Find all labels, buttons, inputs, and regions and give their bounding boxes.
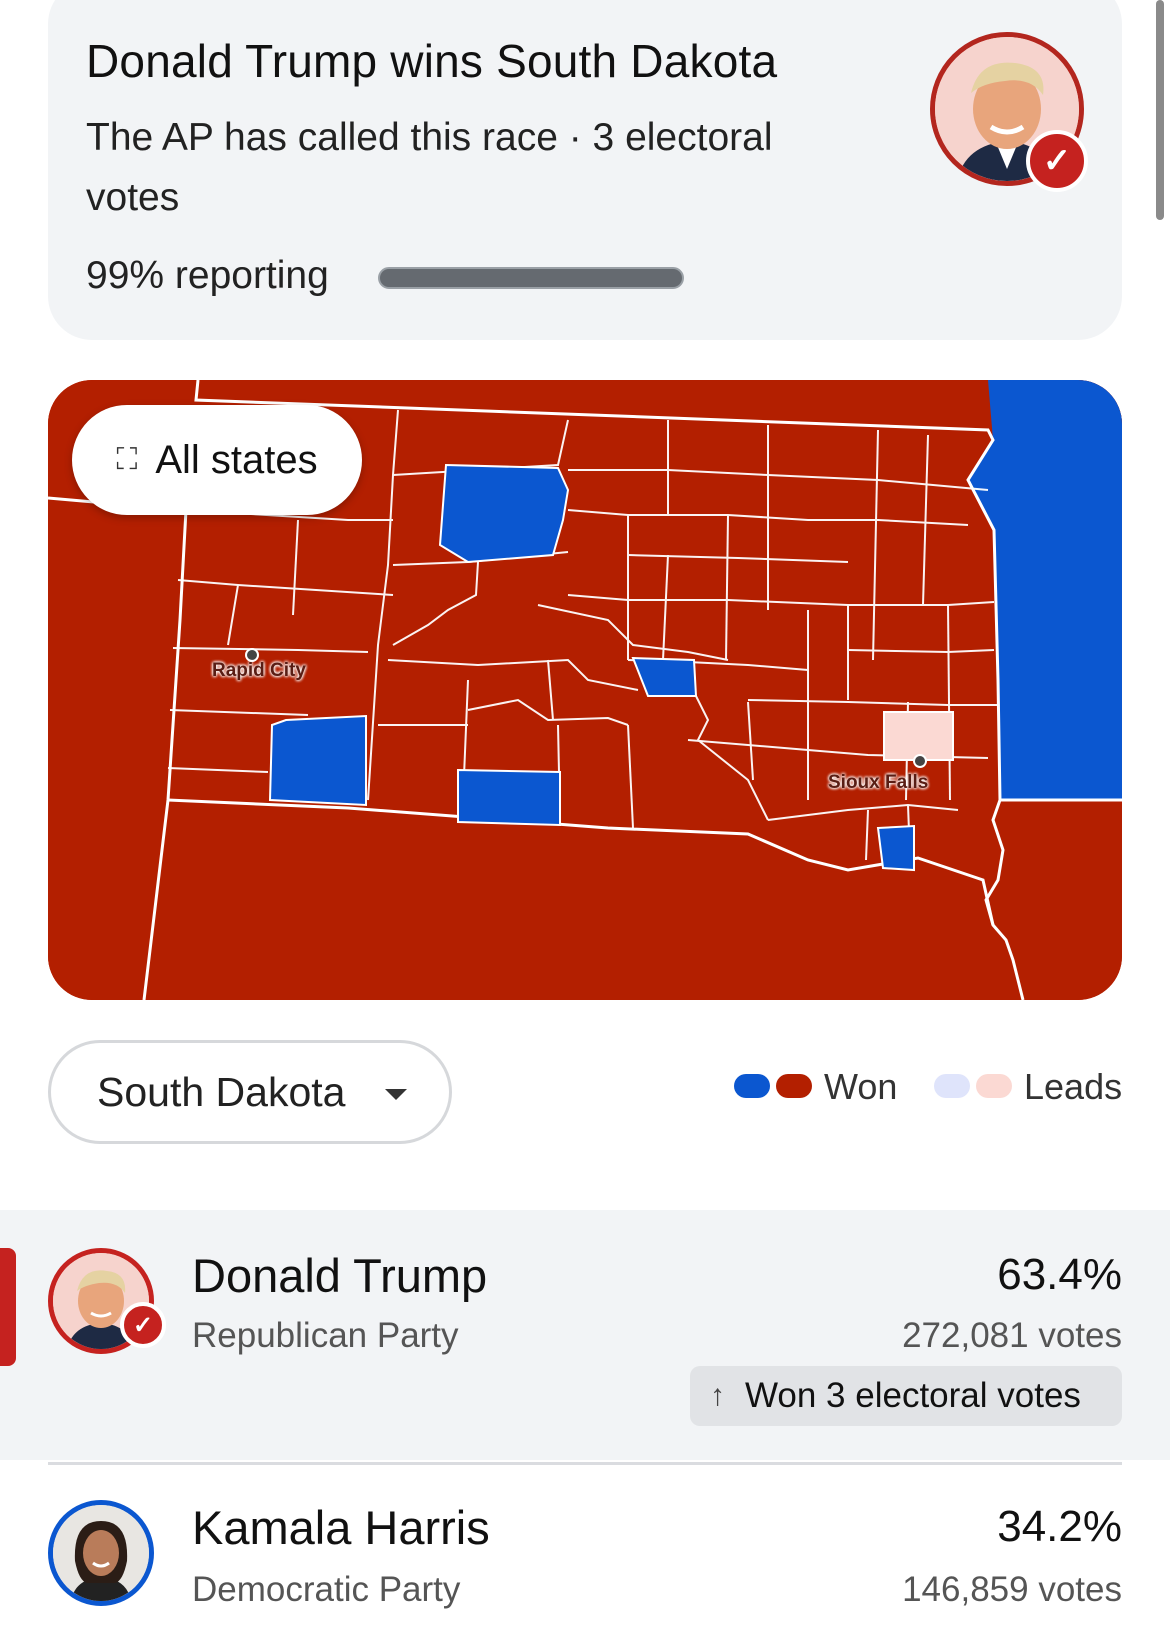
candidate-votes: 272,081 votes [902, 1316, 1122, 1355]
winner-check-icon: ✓ [1026, 130, 1088, 192]
row-divider [48, 1462, 1122, 1465]
all-states-label: All states [155, 437, 318, 482]
legend-leads-dem-swatch [934, 1074, 970, 1098]
expand-icon: ⛶ [116, 443, 138, 476]
state-select-value: South Dakota [97, 1068, 346, 1115]
legend-leads-label: Leads [1024, 1066, 1123, 1107]
winner-marker [0, 1248, 16, 1366]
scrollbar[interactable] [1156, 0, 1164, 220]
legend-won-label: Won [824, 1066, 898, 1107]
race-call-subtitle: The AP has called this race · 3 electora… [86, 116, 773, 219]
dropdown-caret-icon [385, 1089, 407, 1100]
candidate-name: Kamala Harris [192, 1501, 490, 1554]
arrow-up-icon: ↑ [710, 1379, 725, 1412]
city-label-sioux-falls: Sioux Falls [828, 772, 929, 793]
candidate-party: Democratic Party [192, 1570, 461, 1609]
winner-check-icon-small: ✓ [120, 1302, 166, 1348]
electoral-votes-label: Won 3 electoral votes [745, 1376, 1081, 1415]
candidate-percent: 34.2% [997, 1502, 1122, 1551]
legend-leads-rep-swatch [976, 1074, 1012, 1098]
candidate-name: Donald Trump [192, 1249, 488, 1302]
legend-won-dem-swatch [734, 1074, 770, 1098]
city-label-rapid-city: Rapid City [212, 660, 306, 681]
race-call-title: Donald Trump wins South Dakota [86, 35, 778, 87]
all-states-button[interactable]: ⛶ All states [72, 405, 362, 515]
reporting-label: 99% reporting [86, 254, 329, 297]
reporting-progress-bar [378, 267, 684, 289]
candidate-votes: 146,859 votes [902, 1570, 1122, 1609]
legend-won-rep-swatch [776, 1074, 812, 1098]
candidate-avatar-harris [48, 1500, 154, 1606]
state-select[interactable]: South Dakota [48, 1040, 452, 1144]
candidate-percent: 63.4% [997, 1250, 1122, 1299]
candidate-party: Republican Party [192, 1316, 459, 1355]
electoral-votes-chip: ↑ Won 3 electoral votes [690, 1366, 1122, 1426]
